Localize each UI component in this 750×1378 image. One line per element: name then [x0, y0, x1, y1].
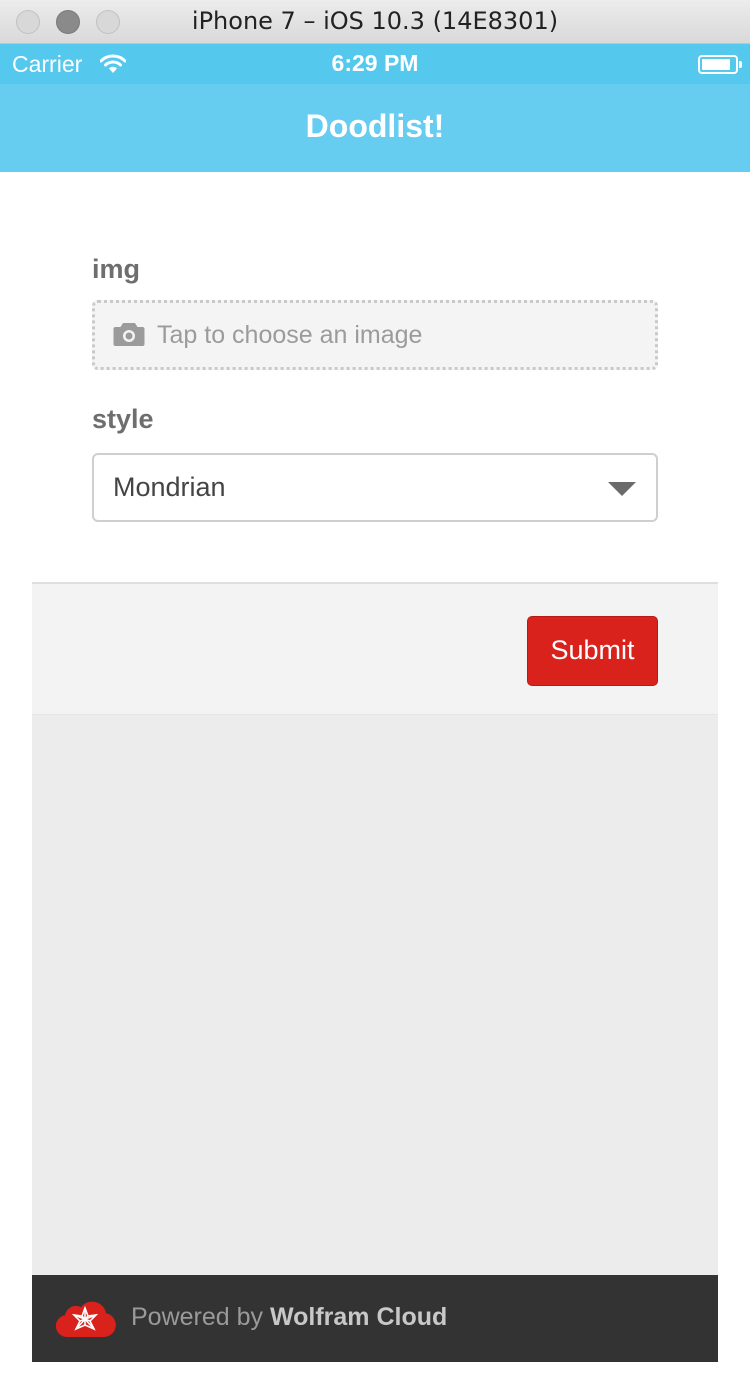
chevron-down-icon: [608, 482, 636, 496]
battery-icon: [698, 55, 742, 74]
style-select[interactable]: Mondrian: [92, 453, 658, 522]
image-picker[interactable]: Tap to choose an image: [92, 300, 658, 370]
status-bar: Carrier 6:29 PM: [0, 44, 750, 84]
form-actions: Submit: [32, 582, 718, 715]
powered-by-text: Powered by Wolfram Cloud: [131, 1303, 447, 1332]
bottom-margin: [0, 1362, 750, 1378]
powered-by-prefix: Powered by: [131, 1303, 270, 1331]
app-header: Doodlist!: [0, 84, 750, 172]
wolfram-logo-icon: [52, 1295, 116, 1343]
status-time: 6:29 PM: [331, 50, 419, 76]
footer: Powered by Wolfram Cloud: [32, 1275, 718, 1362]
camera-icon: [113, 321, 145, 351]
results-area: [32, 715, 718, 1275]
image-picker-placeholder: Tap to choose an image: [157, 321, 423, 349]
wolfram-cloud-link[interactable]: Wolfram Cloud: [270, 1303, 447, 1331]
img-field-label: img: [92, 254, 141, 284]
simulator-title-bar: iPhone 7 – iOS 10.3 (14E8301): [0, 0, 750, 44]
window-title: iPhone 7 – iOS 10.3 (14E8301): [191, 7, 559, 35]
app-title: Doodlist!: [305, 108, 445, 144]
style-select-value: Mondrian: [113, 472, 226, 502]
submit-button[interactable]: Submit: [527, 616, 658, 686]
style-field-label: style: [92, 404, 154, 434]
